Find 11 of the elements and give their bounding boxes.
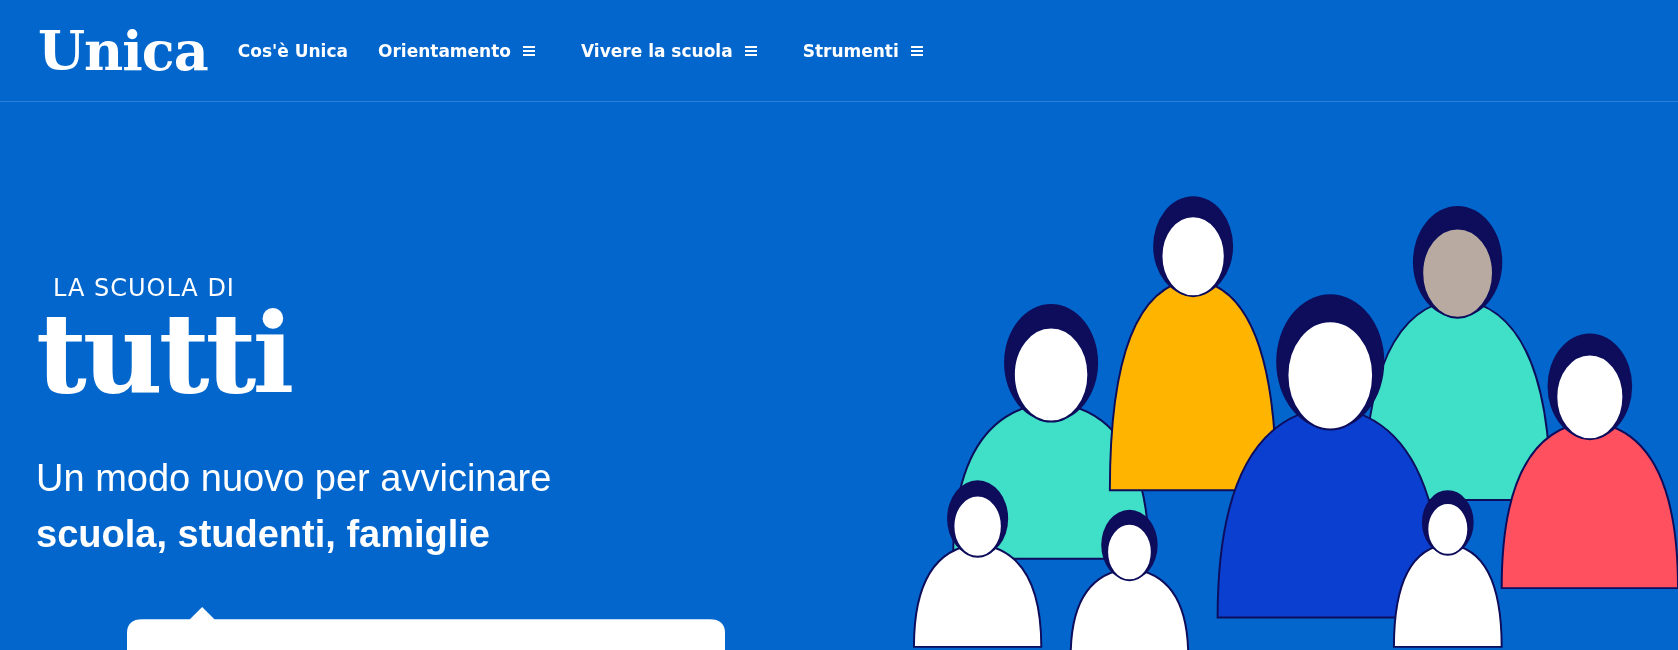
hero-eyebrow: LA SCUOLA DI <box>53 274 236 302</box>
nav-link[interactable]: Cos'è Unica <box>237 40 348 61</box>
hero-headline: tutti <box>36 302 292 406</box>
nav-link[interactable]: Vivere la scuola <box>581 40 757 61</box>
menu-icon <box>523 45 535 56</box>
hero-subtitle: Un modo nuovo per avvicinare scuola, studenti, famiglie <box>36 456 553 557</box>
menu-icon <box>910 45 923 56</box>
logo[interactable]: Unica <box>38 18 208 83</box>
nav-link[interactable]: Orientamento <box>377 40 535 61</box>
nav-link[interactable]: Strumenti <box>802 40 923 61</box>
menu-icon <box>744 45 757 56</box>
